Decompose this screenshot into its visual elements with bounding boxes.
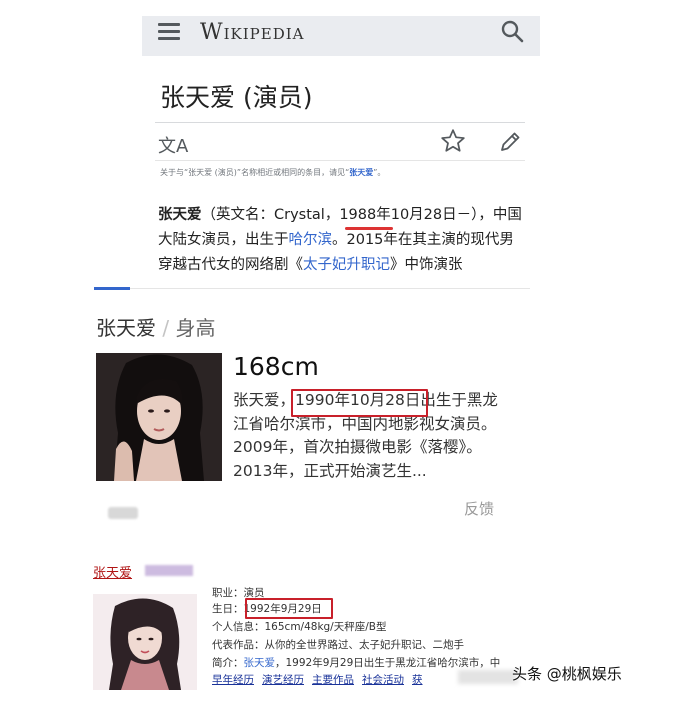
blurred-title-suffix <box>145 565 193 576</box>
article-subject: 张天爱 <box>158 207 202 223</box>
language-icon[interactable]: 文A <box>158 132 188 158</box>
page-title: 张天爱 (演员) <box>160 83 313 112</box>
watermark-blur <box>458 670 518 684</box>
hatnote-link[interactable]: 张天爱 <box>349 168 373 177</box>
intro-name-link[interactable]: 张天爱 <box>244 657 276 669</box>
hatnote-text: 关于与“张天爱 (演员)”名称相近或相同的条目，请见“ <box>160 168 350 177</box>
works-label: 代表作品： <box>212 639 265 651</box>
actress-photo[interactable] <box>96 353 222 481</box>
feedback-link[interactable]: 反馈 <box>464 498 494 519</box>
divider <box>130 288 530 289</box>
watermark-text: 头条 @桃枫娱乐 <box>512 665 622 683</box>
harbin-link[interactable]: 哈尔滨 <box>289 232 333 248</box>
menu-icon[interactable] <box>158 23 180 41</box>
birthday-label: 生日： <box>212 603 244 615</box>
works-row: 代表作品：从你的全世界路过、太子妃升职记、二炮手 <box>212 637 464 652</box>
works-value: 从你的全世界路过、太子妃升职记、二炮手 <box>264 639 465 651</box>
wikipedia-logo[interactable]: Wikipedia <box>200 20 305 45</box>
answer-card-heading: 张天爱 / 身高 <box>96 312 215 341</box>
desc-text-1: 张天爱， <box>233 391 296 409</box>
section-link-works[interactable]: 主要作品 <box>312 674 354 686</box>
search-icon[interactable] <box>500 19 524 43</box>
intro-label: 简介： <box>212 657 244 669</box>
attribute-name: 身高 <box>175 316 216 340</box>
baike-title-link[interactable]: 张天爱 <box>93 562 132 581</box>
highlight-box-birthday <box>245 598 333 619</box>
divider <box>155 122 525 123</box>
entity-name[interactable]: 张天爱 <box>96 316 156 340</box>
hatnote: 关于与“张天爱 (演员)”名称相近或相同的条目，请见“张天爱”。 <box>160 167 385 178</box>
personal-label: 个人信息： <box>212 621 265 633</box>
section-link-social[interactable]: 社会活动 <box>362 674 404 686</box>
lead-text-3: 》中饰演张 <box>390 257 463 273</box>
section-link-early-life[interactable]: 早年经历 <box>212 674 254 686</box>
baike-photo[interactable] <box>93 594 197 690</box>
heading-separator: / <box>162 316 170 340</box>
hatnote-text-end: ”。 <box>373 168 386 177</box>
section-link-awards[interactable]: 获 <box>412 674 423 686</box>
edit-pencil-icon[interactable] <box>498 130 522 154</box>
star-icon[interactable] <box>440 128 466 154</box>
birth-year-underline <box>345 227 393 230</box>
highlight-box-birthdate <box>291 389 428 417</box>
intro-row: 简介：张天爱，1992年9月29日出生于黑龙江省哈尔滨市，中 <box>212 655 500 670</box>
active-tab-indicator <box>94 287 130 290</box>
article-lead-paragraph: 张天爱（英文名：Crystal，1988年10月28日－），中国大陆女演员，出生… <box>158 203 526 278</box>
drama-link[interactable]: 太子妃升职记 <box>303 257 390 273</box>
height-value: 168cm <box>233 352 319 381</box>
section-links: 早年经历 演艺经历 主要作品 社会活动获 <box>212 672 431 687</box>
section-link-career[interactable]: 演艺经历 <box>262 674 304 686</box>
personal-info-row: 个人信息：165cm/48kg/天秤座/B型 <box>212 619 386 634</box>
blurred-source <box>108 507 138 519</box>
intro-text: ，1992年9月29日出生于黑龙江省哈尔滨市，中 <box>275 657 501 669</box>
divider <box>155 160 525 161</box>
personal-value: 165cm/48kg/天秤座/B型 <box>264 621 387 633</box>
occupation-label: 职业： <box>212 587 244 599</box>
